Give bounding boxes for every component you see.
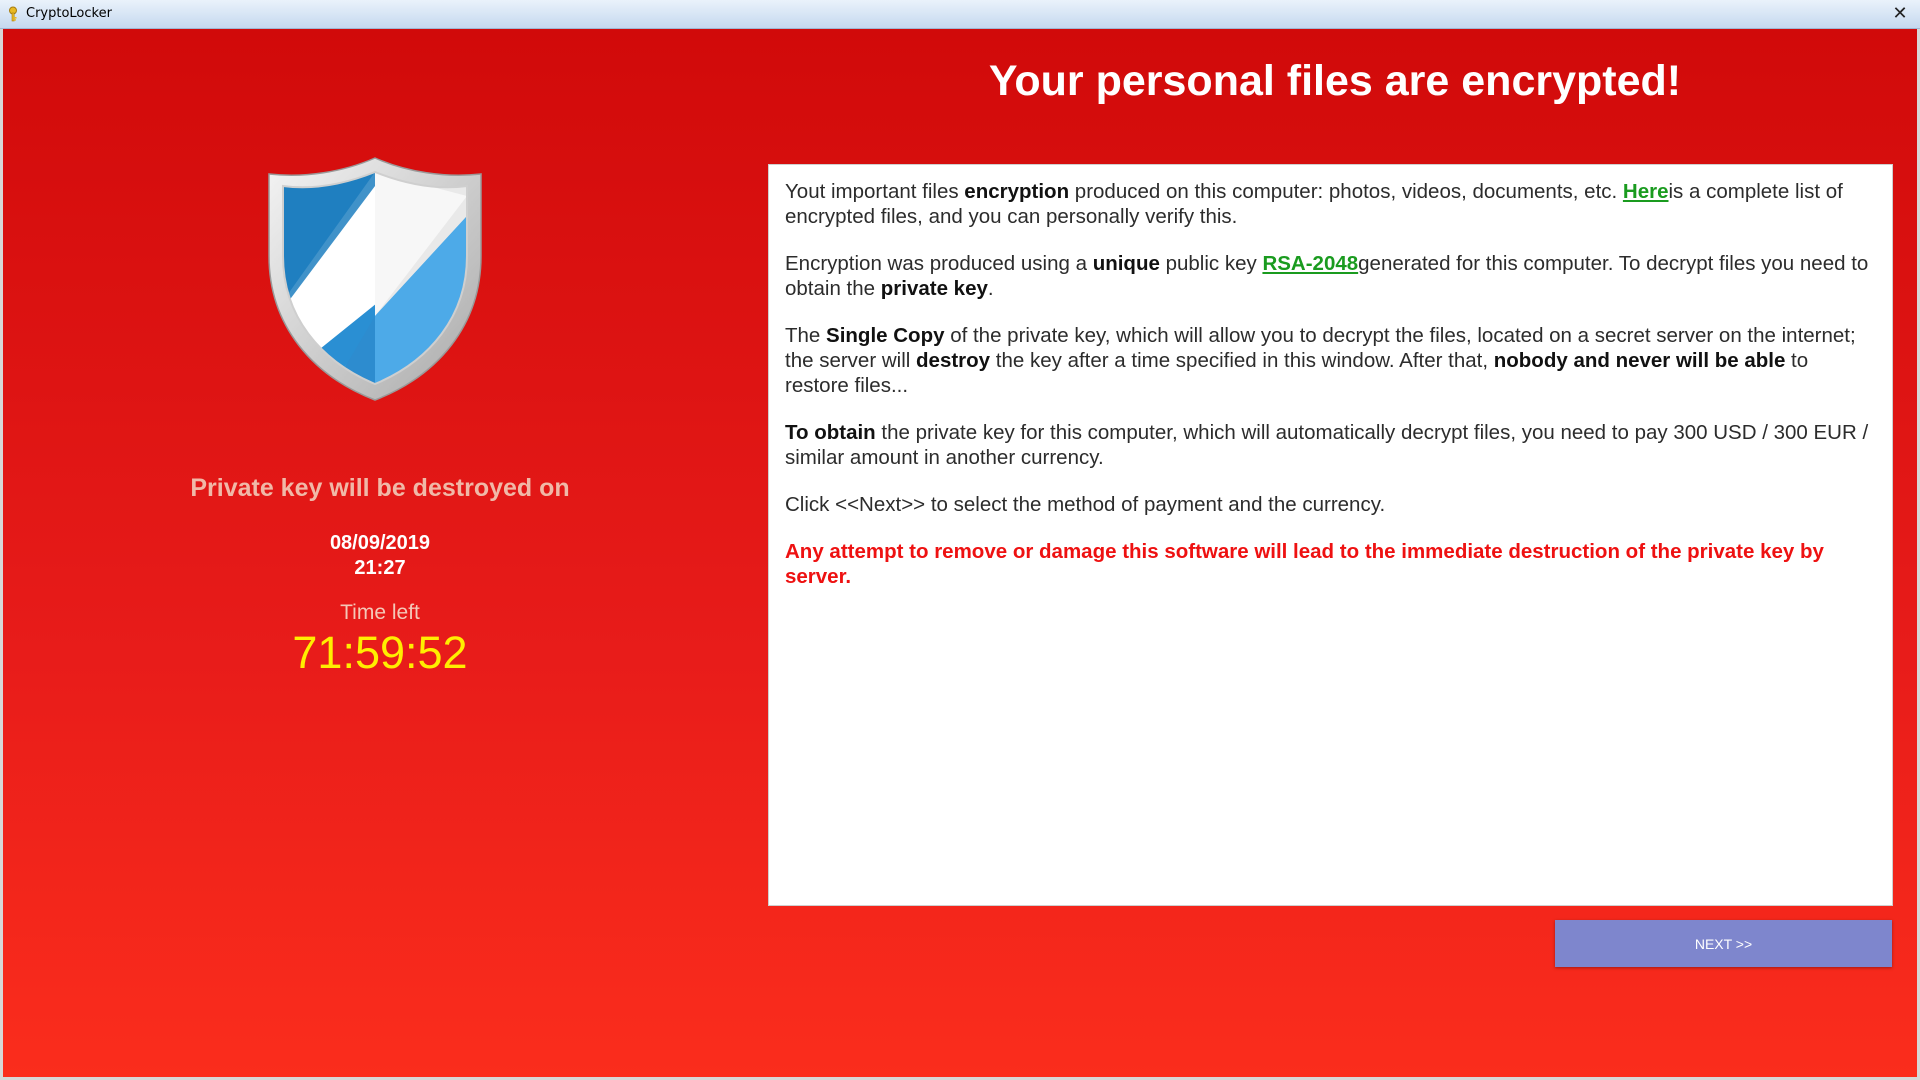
text-bold: encryption [964, 180, 1070, 203]
text-span: the key after a time specified in this w… [990, 349, 1494, 372]
text-span: the private key for this computer, which… [785, 421, 1869, 469]
rsa-link[interactable]: RSA-2048 [1262, 252, 1358, 275]
countdown-timer: 71:59:52 [292, 627, 468, 678]
text-bold: To obtain [785, 421, 876, 444]
page-title: Your personal files are encrypted! [988, 57, 1682, 105]
text-bold: destroy [916, 349, 991, 372]
paragraph-next-instruction: Click <<Next>> to select the method of p… [785, 493, 1386, 516]
ransom-panel: Your personal files are encrypted! Priva… [3, 29, 1917, 1077]
shield-icon [268, 157, 482, 401]
paragraph-obtain: To obtain the private key for this compu… [785, 420, 1876, 470]
files-list-link[interactable]: Here [1623, 180, 1669, 203]
paragraph-single-copy: The Single Copy of the private key, whic… [785, 323, 1876, 398]
key-icon [9, 6, 17, 22]
warning-text: Any attempt to remove or damage this sof… [785, 540, 1824, 588]
text-span: Encryption was produced using a [785, 252, 1093, 275]
destroy-label: Private key will be destroyed on [190, 474, 570, 502]
destroy-time: 21:27 [354, 557, 406, 579]
text-bold: Single Copy [826, 324, 945, 347]
cryptolocker-window: CryptoLocker ✕ Your personal files are e… [0, 0, 1920, 1080]
next-button[interactable]: NEXT >> [1555, 920, 1892, 967]
text-span: Yout important files [785, 180, 965, 203]
paragraph-files: Yout important files encryption produced… [785, 179, 1876, 229]
time-left-label: Time left [340, 601, 420, 624]
text-bold: private key [880, 277, 988, 300]
text-bold: nobody and never will be able [1493, 349, 1786, 372]
text-span: produced on this computer: photos, video… [1069, 180, 1623, 203]
text-span: public key [1159, 252, 1263, 275]
window-title: CryptoLocker [26, 6, 112, 21]
text-bold: unique [1092, 252, 1160, 275]
text-span: . [987, 277, 994, 300]
message-box[interactable]: Yout important files encryption produced… [768, 164, 1893, 906]
text-span: The [785, 324, 827, 347]
close-button[interactable]: ✕ [1890, 4, 1910, 24]
title-bar[interactable]: CryptoLocker ✕ [0, 0, 1920, 29]
paragraph-encryption: Encryption was produced using a unique p… [785, 251, 1876, 301]
destroy-date: 08/09/2019 [329, 532, 431, 554]
